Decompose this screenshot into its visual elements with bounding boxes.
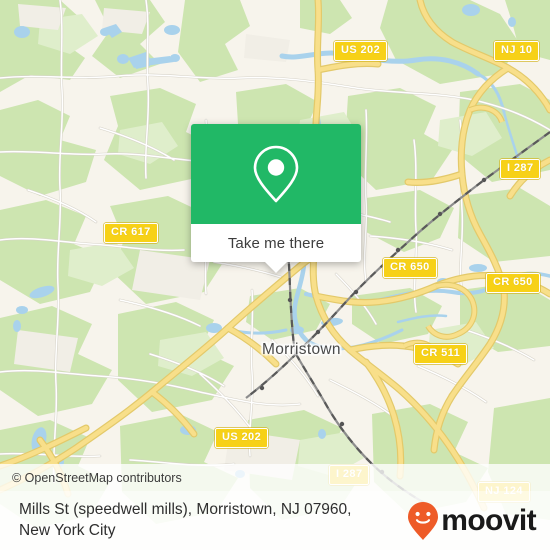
road-shield-cr-511[interactable]: CR 511 (414, 344, 468, 364)
destination-popup-card[interactable]: Take me there (191, 124, 361, 273)
map-pin-icon (251, 143, 301, 205)
road-shield-cr-617[interactable]: CR 617 (104, 223, 158, 243)
openstreetmap-attribution[interactable]: © OpenStreetMap contributors (0, 471, 182, 485)
road-shield-cr-650-east[interactable]: CR 650 (486, 273, 540, 293)
map-screenshot-root: US 202 NJ 10 I 287 CR 617 CR 650 CR 650 … (0, 0, 550, 550)
address-line-1: Mills St (speedwell mills), Morristown, … (19, 500, 352, 518)
popup-icon-panel (191, 124, 361, 224)
footer-bar: Mills St (speedwell mills), Morristown, … (0, 491, 550, 550)
road-shield-i-287-upper[interactable]: I 287 (500, 159, 541, 179)
moovit-logo[interactable]: moovit (407, 501, 550, 541)
map-attribution-bar: © OpenStreetMap contributors (0, 464, 550, 491)
popup-tail (265, 262, 287, 273)
road-shield-us-202-north[interactable]: US 202 (334, 41, 388, 61)
popup-action-bar[interactable]: Take me there (191, 224, 361, 273)
place-label-morristown: Morristown (262, 341, 341, 358)
road-shield-us-202-south[interactable]: US 202 (215, 428, 269, 448)
road-shield-cr-650-west[interactable]: CR 650 (383, 258, 437, 278)
address-block: Mills St (speedwell mills), Morristown, … (0, 500, 351, 542)
moovit-pin-icon (407, 501, 439, 541)
take-me-there-button[interactable]: Take me there (228, 235, 324, 252)
moovit-wordmark: moovit (441, 503, 536, 537)
road-shield-nj-10[interactable]: NJ 10 (494, 41, 540, 61)
address-line-2: New York City (19, 521, 116, 539)
